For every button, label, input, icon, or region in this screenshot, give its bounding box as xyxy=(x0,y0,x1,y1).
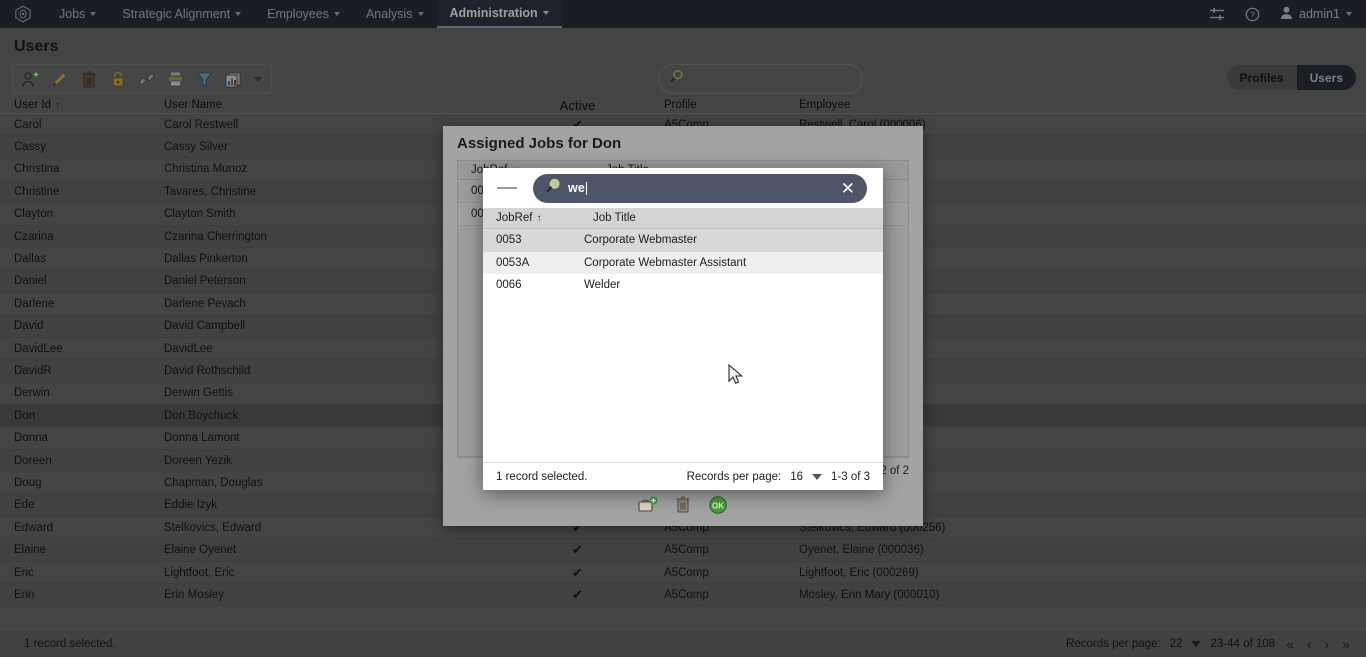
job-search-popup: we ✕ JobRef ↑ Job Title 0053 Corporate We… xyxy=(483,168,883,490)
ok-button-icon[interactable]: OK xyxy=(705,493,731,517)
text-cursor xyxy=(586,181,588,195)
cell-jobref: 0053 xyxy=(496,234,522,247)
record-range-label: 1-3 of 3 xyxy=(831,470,870,483)
close-x-icon[interactable]: ✕ xyxy=(841,180,855,197)
dialog-action-buttons: OK xyxy=(443,493,923,517)
app-root: Jobs Strategic Alignment Employees Analy… xyxy=(0,0,1366,657)
dialog-title: Assigned Jobs for Don xyxy=(457,135,622,152)
add-job-icon[interactable] xyxy=(635,493,661,517)
column-header-jobref[interactable]: JobRef ↑ xyxy=(483,212,580,224)
chevron-down-icon[interactable] xyxy=(812,473,822,480)
magnifier-icon xyxy=(545,178,561,199)
cell-job-title: Corporate Webmaster Assistant xyxy=(584,256,747,269)
records-per-page-label: Records per page: xyxy=(686,470,782,483)
column-header-job-title[interactable]: Job Title xyxy=(580,212,636,224)
svg-text:OK: OK xyxy=(712,501,724,510)
popup-result-row[interactable]: 0053A Corporate Webmaster Assistant xyxy=(483,251,883,274)
delete-trash-icon[interactable] xyxy=(670,493,696,517)
popup-pagination: Records per page: 16 1-3 of 3 xyxy=(687,471,870,483)
popup-footer: 1 record selected. Records per page: 16 … xyxy=(483,462,883,490)
cell-jobref: 0066 xyxy=(496,279,522,292)
popup-search-field[interactable]: we ✕ xyxy=(533,173,867,203)
records-per-page-value[interactable]: 16 xyxy=(790,471,803,483)
popup-search-value: we xyxy=(568,181,586,195)
cell-job-title: Welder xyxy=(584,279,621,292)
sort-asc-icon: ↑ xyxy=(536,212,542,224)
cell-job-title: Corporate Webmaster xyxy=(584,234,697,247)
minimize-icon[interactable] xyxy=(497,187,517,189)
cell-jobref: 0053A xyxy=(496,256,530,269)
mouse-cursor xyxy=(728,363,745,392)
popup-result-row[interactable]: 0066 Welder xyxy=(483,274,883,297)
popup-title-bar: we ✕ xyxy=(483,168,883,208)
popup-results-header: JobRef ↑ Job Title xyxy=(483,208,883,229)
column-label: JobRef xyxy=(496,212,533,224)
popup-result-row[interactable]: 0053 Corporate Webmaster xyxy=(483,229,883,252)
popup-results-list: 0053 Corporate Webmaster 0053A Corporate We… xyxy=(483,229,883,462)
popup-status: 1 record selected. xyxy=(496,470,588,483)
